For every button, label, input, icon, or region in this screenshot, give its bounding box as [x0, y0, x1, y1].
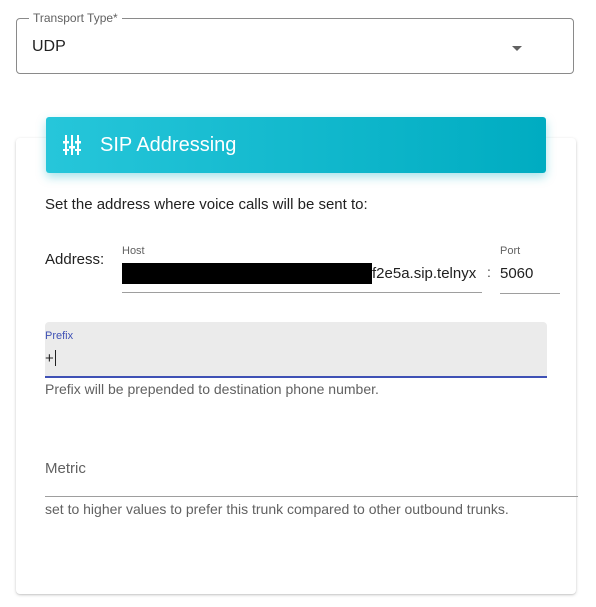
prefix-value: + — [45, 350, 56, 367]
metric-helper-text: set to higher values to prefer this trun… — [45, 501, 509, 517]
card-title: SIP Addressing — [100, 134, 237, 156]
prefix-input[interactable]: Prefix + — [45, 322, 547, 378]
port-value: 5060 — [500, 265, 534, 282]
port-label: Port — [500, 245, 521, 257]
prefix-helper-text: Prefix will be prepended to destination … — [45, 381, 379, 397]
tune-icon — [63, 135, 81, 155]
metric-input[interactable] — [45, 496, 578, 497]
prefix-label: Prefix — [45, 330, 74, 342]
chevron-down-icon[interactable] — [512, 46, 522, 51]
sip-description: Set the address where voice calls will b… — [45, 196, 368, 213]
host-input[interactable]: f2e5a.sip.telnyx — [122, 262, 482, 293]
metric-input-label[interactable]: Metric — [45, 460, 86, 478]
host-label: Host — [122, 245, 145, 257]
host-port-separator: : — [487, 264, 491, 280]
prefix-text: + — [45, 350, 54, 367]
transport-type-value: UDP — [32, 38, 66, 55]
port-input[interactable]: 5060 — [500, 262, 560, 294]
redaction-bar — [122, 263, 372, 284]
host-value: f2e5a.sip.telnyx — [372, 265, 477, 282]
transport-type-select[interactable]: Transport Type* UDP — [16, 11, 574, 74]
card-header: SIP Addressing — [46, 117, 546, 173]
text-caret — [54, 350, 56, 366]
address-label: Address: — [45, 251, 105, 268]
transport-type-label: Transport Type* — [29, 11, 122, 25]
